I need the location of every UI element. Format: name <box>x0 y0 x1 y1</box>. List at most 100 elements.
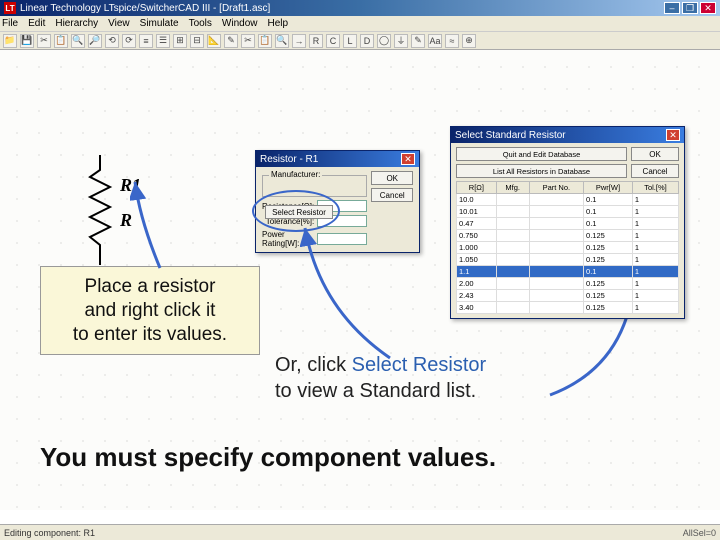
table-cell <box>496 302 529 314</box>
toolbar-button-22[interactable]: ◯ <box>377 34 391 48</box>
cancel-button[interactable]: Cancel <box>371 188 413 202</box>
toolbar-button-19[interactable]: C <box>326 34 340 48</box>
table-row[interactable]: 3.400.1251 <box>457 302 679 314</box>
toolbar-button-11[interactable]: ⊟ <box>190 34 204 48</box>
toolbar-button-3[interactable]: 📋 <box>54 34 68 48</box>
table-cell: 0.125 <box>584 242 633 254</box>
table-cell <box>496 218 529 230</box>
table-cell: 0.125 <box>584 254 633 266</box>
table-cell <box>529 278 583 290</box>
toolbar-button-15[interactable]: 📋 <box>258 34 272 48</box>
toolbar-button-2[interactable]: ✂ <box>37 34 51 48</box>
resistor-dialog-title: Resistor - R1 <box>260 154 318 165</box>
table-cell: 0.1 <box>584 266 633 278</box>
menubar: File Edit Hierarchy View Simulate Tools Window… <box>0 16 720 32</box>
minimize-button[interactable]: – <box>664 2 680 14</box>
maximize-button[interactable]: ❐ <box>682 2 698 14</box>
toolbar-button-6[interactable]: ⟲ <box>105 34 119 48</box>
toolbar-button-12[interactable]: 📐 <box>207 34 221 48</box>
table-cell: 0.47 <box>457 218 497 230</box>
table-header[interactable]: Pwr[W] <box>584 182 633 194</box>
table-row[interactable]: 10.010.11 <box>457 206 679 218</box>
menu-view[interactable]: View <box>108 18 130 29</box>
toolbar-button-17[interactable]: → <box>292 34 306 48</box>
table-cell <box>529 266 583 278</box>
toolbar-button-7[interactable]: ⟳ <box>122 34 136 48</box>
table-row[interactable]: 1.0500.1251 <box>457 254 679 266</box>
table-cell: 10.0 <box>457 194 497 206</box>
table-row[interactable]: 2.430.1251 <box>457 290 679 302</box>
table-cell: 0.125 <box>584 302 633 314</box>
standard-resistor-table[interactable]: R[Ω]Mfg.Part No.Pwr[W]Tol.[%] 10.00.1110… <box>456 181 679 314</box>
toolbar-button-25[interactable]: Aa <box>428 34 442 48</box>
status-right: AllSel=0 <box>683 528 716 538</box>
close-button[interactable]: ✕ <box>700 2 716 14</box>
toolbar-button-24[interactable]: ✎ <box>411 34 425 48</box>
table-row[interactable]: 1.0000.1251 <box>457 242 679 254</box>
ok-button[interactable]: OK <box>371 171 413 185</box>
schematic-canvas[interactable]: R1 R Place a resistor and right click it… <box>0 50 720 510</box>
toolbar-button-20[interactable]: L <box>343 34 357 48</box>
toolbar-button-26[interactable]: ≈ <box>445 34 459 48</box>
resistor-ref-label: R1 <box>120 175 141 196</box>
callout-select-resistor: Or, click Select Resistor to view a Stan… <box>275 352 486 404</box>
callout-place-resistor: Place a resistor and right click it to e… <box>40 266 260 355</box>
main-message: You must specify component values. <box>40 442 496 473</box>
table-row[interactable]: 2.000.1251 <box>457 278 679 290</box>
table-cell <box>529 230 583 242</box>
titlebar: LT Linear Technology LTspice/SwitcherCAD… <box>0 0 720 16</box>
toolbar-button-27[interactable]: ⊕ <box>462 34 476 48</box>
toolbar-button-1[interactable]: 💾 <box>20 34 34 48</box>
std-cancel-button[interactable]: Cancel <box>631 164 679 178</box>
table-row[interactable]: 0.470.11 <box>457 218 679 230</box>
menu-window[interactable]: Window <box>222 18 258 29</box>
window-title: Linear Technology LTspice/SwitcherCAD II… <box>20 3 270 14</box>
toolbar-button-21[interactable]: D <box>360 34 374 48</box>
toolbar-button-10[interactable]: ⊞ <box>173 34 187 48</box>
table-row[interactable]: 0.7500.1251 <box>457 230 679 242</box>
table-header[interactable]: Mfg. <box>496 182 529 194</box>
table-cell: 1 <box>632 302 678 314</box>
menu-tools[interactable]: Tools <box>189 18 212 29</box>
table-cell <box>496 194 529 206</box>
highlight-circle <box>252 190 340 232</box>
menu-file[interactable]: File <box>2 18 18 29</box>
table-header[interactable]: Tol.[%] <box>632 182 678 194</box>
toolbar-button-18[interactable]: R <box>309 34 323 48</box>
toolbar-button-16[interactable]: 🔍 <box>275 34 289 48</box>
resistor-value-label: R <box>120 210 132 231</box>
table-row[interactable]: 10.00.11 <box>457 194 679 206</box>
standard-dialog-close-icon[interactable]: ✕ <box>666 129 680 141</box>
table-cell: 0.1 <box>584 194 633 206</box>
table-header[interactable]: R[Ω] <box>457 182 497 194</box>
toolbar-button-13[interactable]: ✎ <box>224 34 238 48</box>
toolbar-button-0[interactable]: 📁 <box>3 34 17 48</box>
menu-help[interactable]: Help <box>268 18 289 29</box>
table-row[interactable]: 1.10.11 <box>457 266 679 278</box>
menu-edit[interactable]: Edit <box>28 18 45 29</box>
table-cell: 1.1 <box>457 266 497 278</box>
toolbar-button-4[interactable]: 🔍 <box>71 34 85 48</box>
table-header[interactable]: Part No. <box>529 182 583 194</box>
power-input[interactable] <box>317 233 367 245</box>
table-cell: 1 <box>632 242 678 254</box>
toolbar-button-14[interactable]: ✂ <box>241 34 255 48</box>
menu-simulate[interactable]: Simulate <box>140 18 179 29</box>
quit-edit-db-button[interactable]: Quit and Edit Database <box>456 147 627 161</box>
toolbar-button-5[interactable]: 🔎 <box>88 34 102 48</box>
menu-hierarchy[interactable]: Hierarchy <box>55 18 98 29</box>
resistor-dialog-close-icon[interactable]: ✕ <box>401 153 415 165</box>
table-cell <box>496 278 529 290</box>
std-ok-button[interactable]: OK <box>631 147 679 161</box>
resistor-zigzag-icon <box>80 155 120 265</box>
list-all-button[interactable]: List All Resistors in Database <box>456 164 627 178</box>
app-icon: LT <box>4 2 16 14</box>
table-cell: 0.1 <box>584 206 633 218</box>
table-cell: 2.43 <box>457 290 497 302</box>
toolbar-button-8[interactable]: ≡ <box>139 34 153 48</box>
callout2-link: Select Resistor <box>352 354 487 376</box>
table-cell: 2.00 <box>457 278 497 290</box>
toolbar-button-23[interactable]: ⏚ <box>394 34 408 48</box>
table-cell <box>529 218 583 230</box>
toolbar-button-9[interactable]: ☰ <box>156 34 170 48</box>
